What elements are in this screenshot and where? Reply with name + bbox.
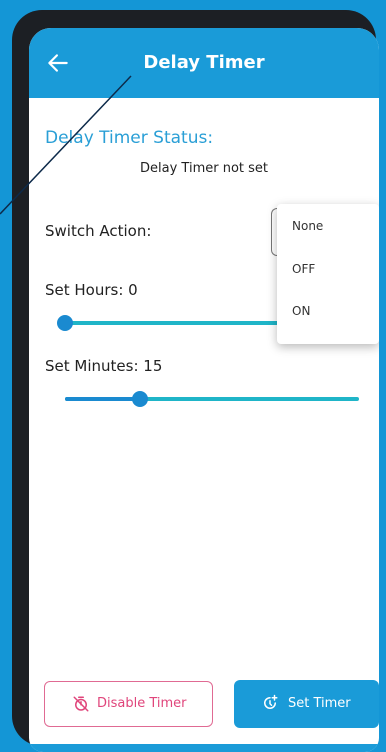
app-screen: Delay Timer Delay Timer Status: Delay Ti… — [29, 28, 379, 752]
option-none[interactable]: None — [277, 206, 379, 246]
device-frame: Delay Timer Delay Timer Status: Delay Ti… — [12, 10, 379, 752]
hours-slider-thumb[interactable] — [57, 315, 73, 331]
timer-off-icon — [73, 696, 89, 712]
disable-timer-label: Disable Timer — [97, 696, 187, 711]
app-bar: Delay Timer — [29, 28, 379, 98]
set-hours-label: Set Hours: 0 — [45, 281, 138, 299]
option-on[interactable]: ON — [277, 291, 379, 331]
timer-status-label: Delay Timer Status: — [45, 128, 214, 148]
disable-timer-button[interactable]: Disable Timer — [44, 681, 213, 727]
page-title: Delay Timer — [143, 52, 265, 73]
switch-action-dropdown: None OFF ON — [277, 204, 379, 344]
minutes-slider-thumb[interactable] — [131, 391, 148, 407]
set-timer-label: Set Timer — [288, 696, 351, 711]
minutes-slider-fill — [65, 397, 140, 401]
timer-add-icon — [264, 694, 278, 709]
minutes-slider[interactable] — [65, 389, 359, 409]
bottom-bar — [29, 744, 379, 752]
set-minutes-label: Set Minutes: 15 — [45, 357, 163, 375]
timer-status-value: Delay Timer not set — [140, 161, 268, 176]
set-timer-button[interactable]: Set Timer — [234, 680, 379, 728]
option-off[interactable]: OFF — [277, 249, 379, 289]
switch-action-label: Switch Action: — [45, 222, 152, 240]
